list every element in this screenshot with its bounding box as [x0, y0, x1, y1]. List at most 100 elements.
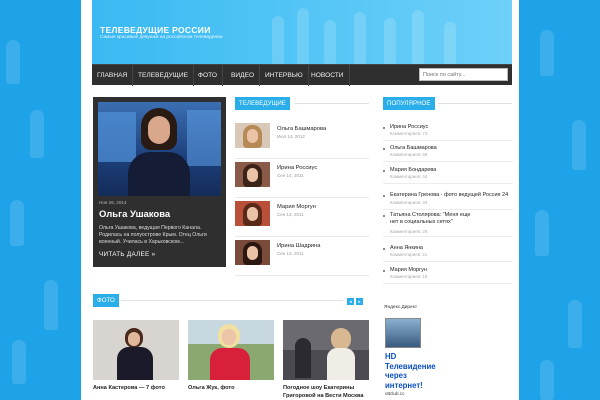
bullet-icon	[383, 148, 385, 150]
section-label-photo[interactable]: ФОТО	[93, 294, 119, 307]
nav-item-video[interactable]: ВИДЕО	[226, 65, 261, 86]
background-silhouette	[540, 30, 554, 76]
background-silhouette	[12, 340, 26, 384]
photo-thumbnail[interactable]	[93, 320, 179, 380]
header-silhouette	[412, 10, 424, 64]
presenter-name[interactable]: Мария Моргун	[277, 204, 316, 210]
presenter-name[interactable]: Ольга Башмарова	[277, 126, 326, 132]
photo-caption[interactable]: Анна Кастерова — 7 фото	[93, 384, 179, 392]
popular-title[interactable]: Ольга Башмарова	[390, 145, 514, 152]
image-background	[98, 112, 136, 162]
bullet-icon	[383, 127, 385, 129]
featured-image[interactable]	[98, 102, 221, 196]
nav-item-photo[interactable]: ФОТО	[193, 65, 224, 86]
photo-figure	[327, 348, 355, 380]
list-item[interactable]: Мария Моргун Сен 13, 2011	[235, 201, 369, 237]
photo-thumbnail[interactable]	[283, 320, 369, 380]
presenter-name[interactable]: Ирина Россиус	[277, 165, 317, 171]
photo-thumbnail[interactable]	[188, 320, 274, 380]
presenter-thumbnail[interactable]	[235, 201, 270, 226]
site-header: ТЕЛЕВЕДУЩИЕ РОССИИ Самые красивые девушк…	[92, 0, 512, 64]
bullet-icon	[383, 170, 385, 172]
prev-arrow-button[interactable]: ◂	[347, 298, 354, 305]
popular-comments: Комментариев: 73	[390, 131, 428, 136]
bullet-icon	[383, 270, 385, 272]
photo-figure	[331, 328, 351, 350]
page-container: ТЕЛЕВЕДУЩИЕ РОССИИ Самые красивые девушк…	[81, 0, 519, 400]
popular-title[interactable]: Анна Янкина	[390, 245, 514, 252]
background-silhouette	[540, 360, 554, 400]
presenter-date: Сен 13, 2011	[277, 212, 304, 217]
popular-comments: Комментариев: 68	[390, 152, 428, 157]
section-label-popular[interactable]: ПОПУЛЯРНОЕ	[383, 97, 435, 110]
ad-headline[interactable]: HD Телевидение через интернет!	[385, 352, 436, 390]
photo-caption[interactable]: Погодное шоу Екатерины Григоровой на Вес…	[283, 384, 373, 400]
featured-post[interactable]: Ноя 26, 2014 Ольга Ушакова Ольга Ушакова…	[93, 97, 226, 267]
featured-date: Ноя 26, 2014	[99, 200, 127, 205]
image-figure	[128, 152, 190, 196]
list-item[interactable]: Ольга Башмарова Комментариев: 68	[383, 145, 513, 162]
list-item[interactable]: Ольга Башмарова Июл 14, 2012	[235, 123, 369, 159]
background-silhouette	[535, 210, 549, 256]
presenter-thumbnail[interactable]	[235, 240, 270, 265]
popular-comments: Комментариев: 33	[390, 200, 428, 205]
list-item[interactable]: Ирина Россиус Сен 14, 2011	[235, 162, 369, 198]
section-divider	[295, 103, 369, 104]
next-arrow-button[interactable]: ▸	[356, 298, 363, 305]
background-silhouette	[572, 120, 586, 170]
nav-item-news[interactable]: НОВОСТИ	[306, 65, 350, 86]
ad-label[interactable]: Яндекс.Директ	[384, 305, 417, 310]
thumbnail-figure	[247, 246, 258, 260]
photo-figure	[128, 332, 140, 346]
nav-item-home[interactable]: ГЛАВНАЯ	[92, 65, 134, 86]
background-silhouette	[6, 40, 20, 84]
featured-excerpt: Ольга Ушакова, ведущая Первого Канала. Р…	[99, 225, 207, 245]
popular-title[interactable]: Татьяна Столярова: "Меня еще нет в социа…	[390, 212, 480, 226]
nav-item-interview[interactable]: ИНТЕРВЬЮ	[260, 65, 309, 86]
list-item[interactable]: Анна Янкина Комментариев: 21	[383, 245, 513, 262]
thumbnail-figure	[247, 207, 258, 221]
section-label-presenters[interactable]: ТЕЛЕВЕДУЩИЕ	[235, 97, 290, 110]
ad-image[interactable]	[385, 318, 421, 348]
presenter-name[interactable]: Ирина Шадрина	[277, 243, 320, 249]
site-title[interactable]: ТЕЛЕВЕДУЩИЕ РОССИИ	[100, 25, 211, 35]
ad-source[interactable]: ottclub.cc	[385, 391, 404, 396]
header-silhouette	[444, 22, 456, 64]
photo-figure	[295, 338, 311, 378]
header-silhouette	[384, 18, 396, 64]
search-input[interactable]	[419, 68, 508, 81]
main-nav: ГЛАВНАЯ ТЕЛЕВЕДУЩИЕ ФОТО ВИДЕО ИНТЕРВЬЮ …	[92, 64, 512, 86]
background-silhouette	[568, 300, 582, 348]
bullet-icon	[383, 248, 385, 250]
featured-title[interactable]: Ольга Ушакова	[99, 209, 170, 220]
list-item[interactable]: Мария Бондарева Комментариев: 44	[383, 167, 513, 184]
photo-figure	[222, 329, 236, 345]
list-item[interactable]: Мария Моргун Комментариев: 19	[383, 267, 513, 284]
site-description: Самые красивые девушки на российском тел…	[100, 35, 223, 40]
list-item[interactable]: Ирина Шадрина Сен 13, 2011	[235, 240, 369, 276]
popular-comments: Комментариев: 44	[390, 174, 428, 179]
nav-item-presenters[interactable]: ТЕЛЕВЕДУЩИЕ	[133, 65, 194, 86]
photo-figure	[210, 348, 250, 380]
photo-caption[interactable]: Ольга Жук, фото	[188, 384, 274, 392]
background-silhouette	[44, 280, 58, 330]
section-divider	[121, 300, 343, 301]
list-item[interactable]: Ирина Россиус Комментариев: 73	[383, 124, 513, 141]
popular-title[interactable]: Ирина Россиус	[390, 124, 514, 131]
header-silhouette	[297, 8, 309, 64]
image-background	[187, 110, 221, 166]
read-more-link[interactable]: ЧИТАТЬ ДАЛЕЕ »	[99, 251, 155, 258]
presenter-thumbnail[interactable]	[235, 162, 270, 187]
popular-comments: Комментариев: 29	[390, 229, 428, 234]
presenter-date: Июл 14, 2012	[277, 134, 305, 139]
popular-comments: Комментариев: 19	[390, 274, 428, 279]
popular-comments: Комментариев: 21	[390, 252, 428, 257]
popular-title[interactable]: Мария Бондарева	[390, 167, 514, 174]
list-item[interactable]: Екатерина Гренова - фото ведущей Россия …	[383, 192, 513, 210]
list-item[interactable]: Татьяна Столярова: "Меня еще нет в социа…	[383, 212, 513, 237]
popular-title[interactable]: Мария Моргун	[390, 267, 514, 274]
popular-title[interactable]: Екатерина Гренова - фото ведущей Россия …	[390, 192, 514, 199]
header-silhouette	[324, 20, 336, 64]
presenter-thumbnail[interactable]	[235, 123, 270, 148]
section-divider	[438, 103, 512, 104]
